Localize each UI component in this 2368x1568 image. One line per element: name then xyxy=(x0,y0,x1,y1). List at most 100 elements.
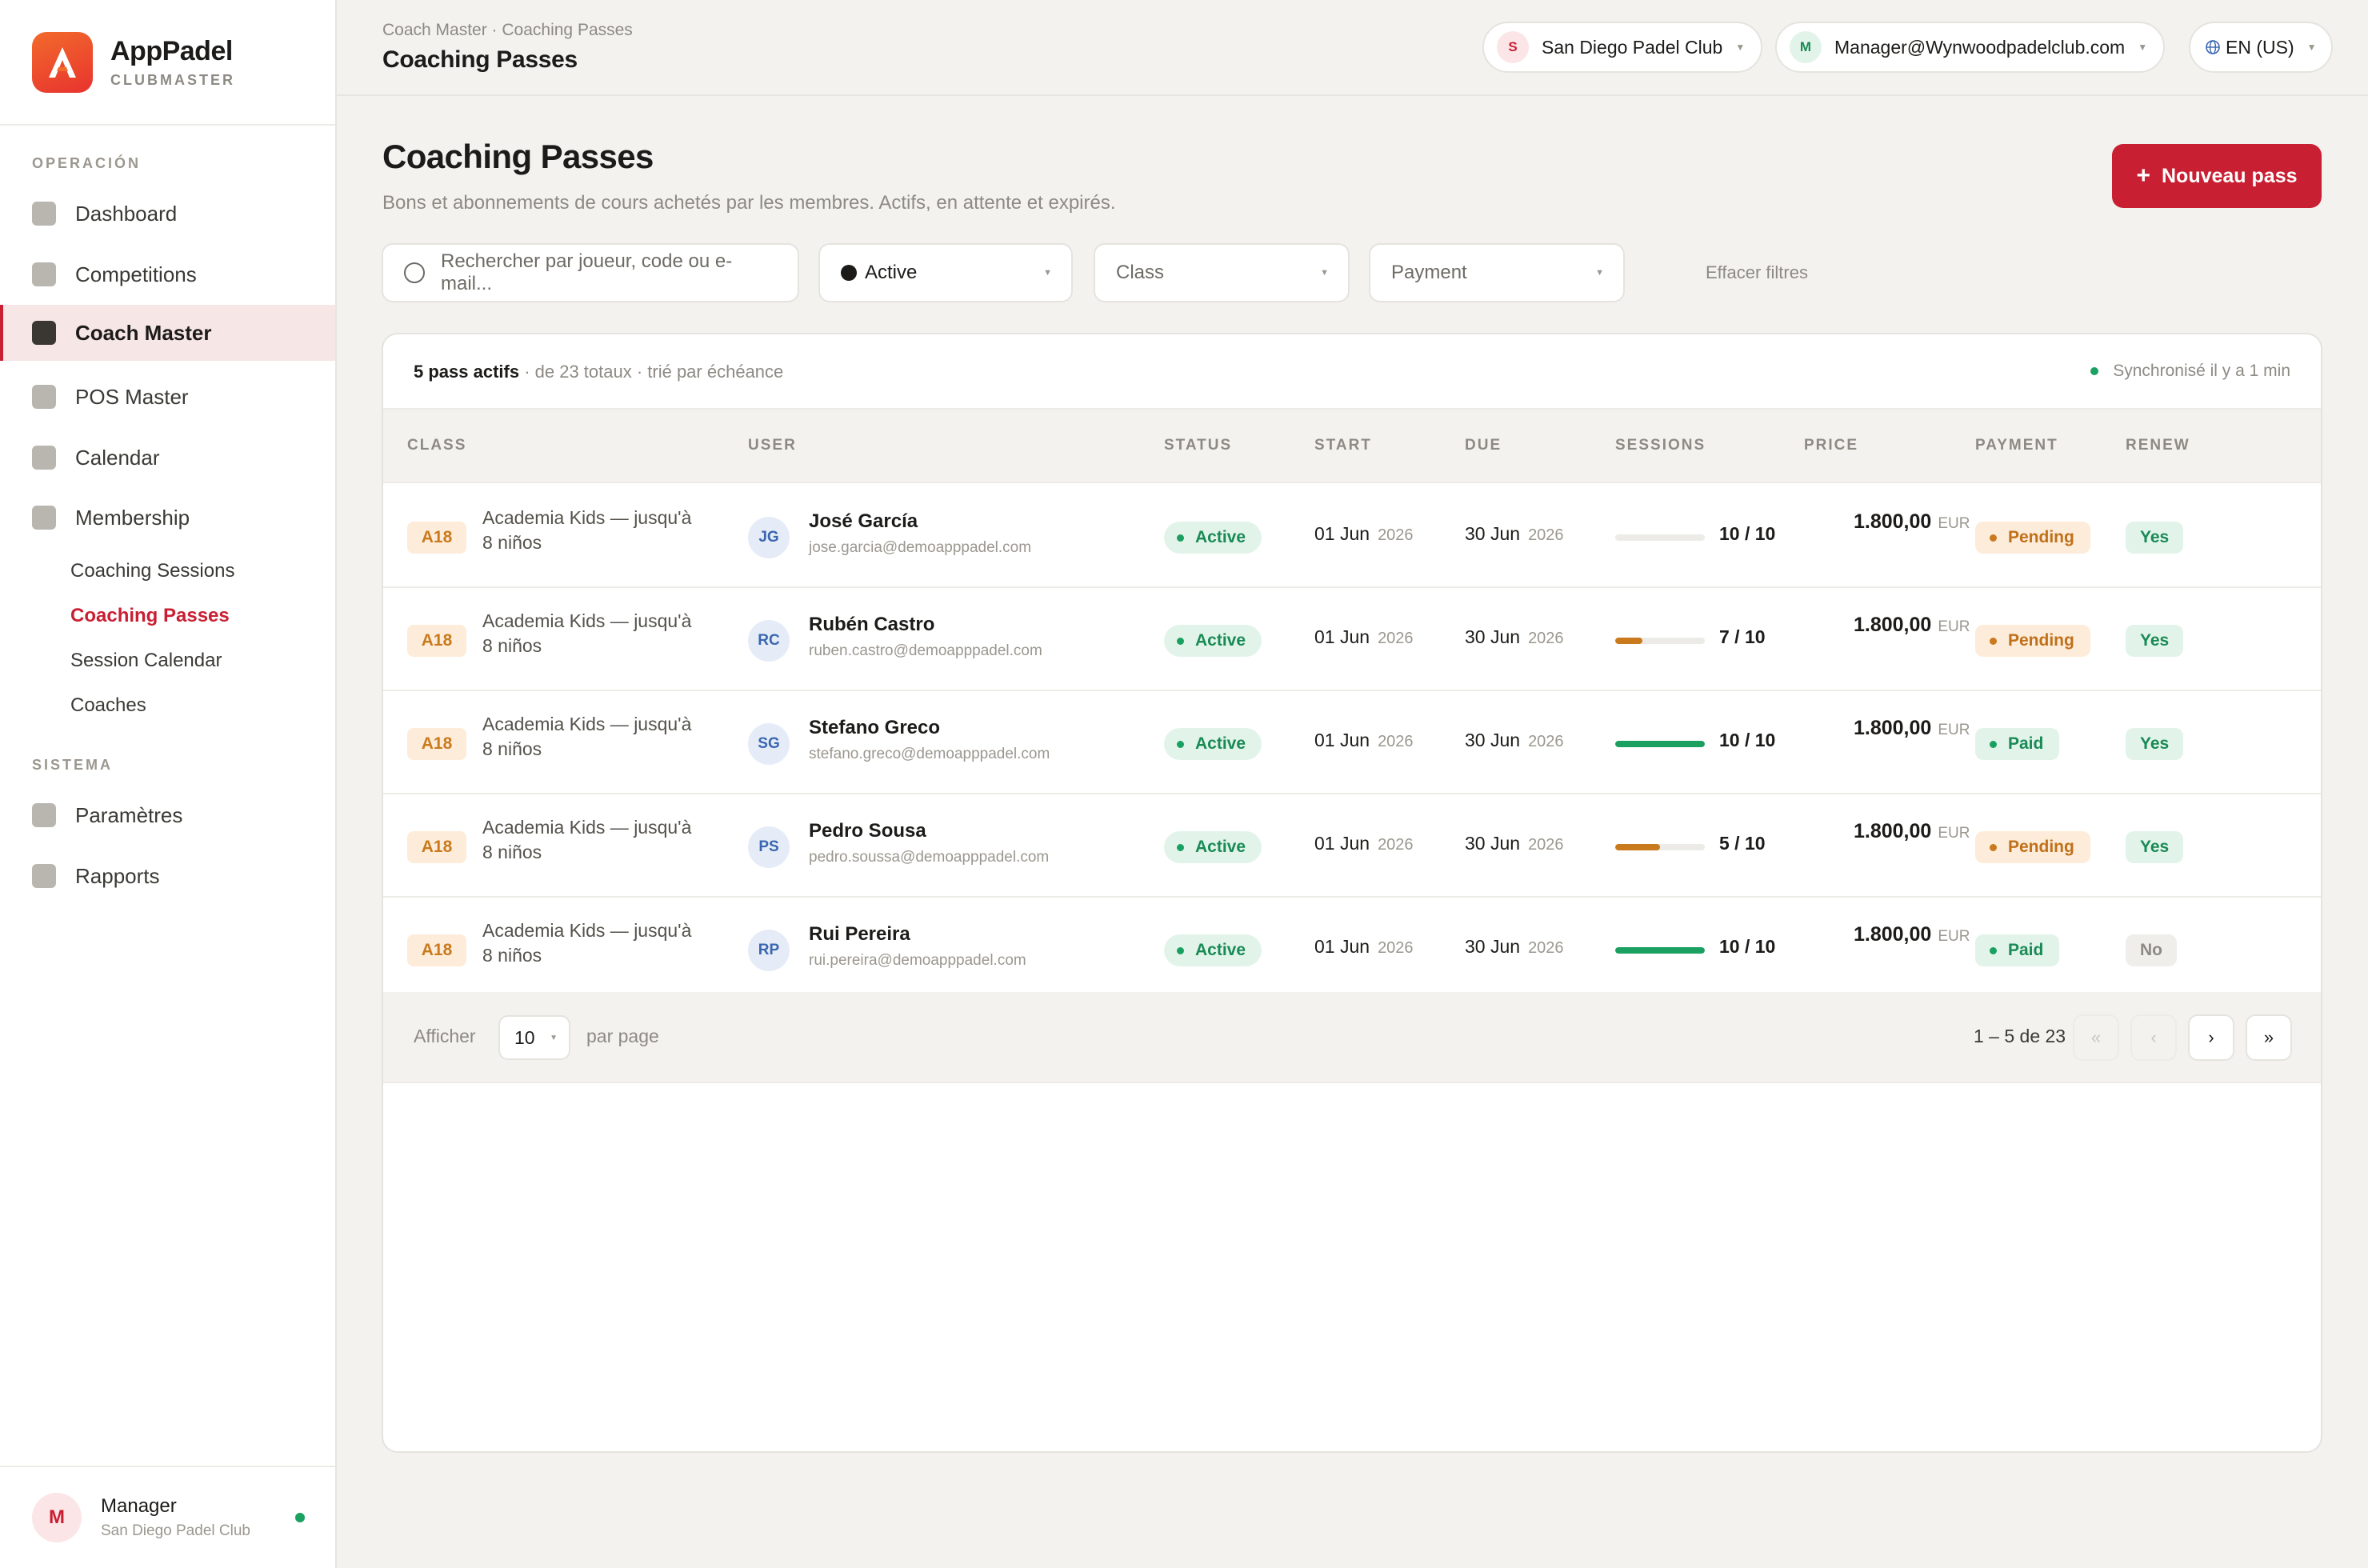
brand: AppPadel CLUBMASTER xyxy=(0,0,335,126)
table-row[interactable]: A18 Academia Kids — jusqu'à 8 niños RP Rui P… xyxy=(383,898,2321,1001)
sidebar-subitem-coaches[interactable]: Coaches xyxy=(70,694,146,717)
sidebar-item-coach-master[interactable]: Coach Master xyxy=(0,305,335,361)
apppadel-logo-icon[interactable] xyxy=(32,31,93,93)
due-date: 30 Jun 2026 xyxy=(1465,833,1564,854)
search-input[interactable]: Rechercher par joueur, code ou e-mail... xyxy=(382,243,799,302)
main-content: Coach Master · Coaching Passes Coaching … xyxy=(337,0,2368,1568)
clear-filters-link[interactable]: Effacer filtres xyxy=(1706,262,1808,283)
topbar: Coach Master · Coaching Passes Coaching … xyxy=(337,0,2368,96)
first-page-button[interactable]: « xyxy=(2073,1014,2119,1061)
status-dot-icon xyxy=(1177,637,1184,645)
user-name[interactable]: Pedro Sousa xyxy=(809,820,926,842)
start-date: 01 Jun 2026 xyxy=(1314,730,1414,750)
sidebar-item-label: Dashboard xyxy=(75,201,178,226)
table-row[interactable]: A18 Academia Kids — jusqu'à 8 niños PS Pedro… xyxy=(383,794,2321,898)
table-row[interactable]: A18 Academia Kids — jusqu'à 8 niños JG José … xyxy=(383,485,2321,588)
sidebar-item-rapports[interactable]: Rapports xyxy=(0,848,335,904)
sidebar-item-dashboard[interactable]: Dashboard xyxy=(0,186,335,242)
passes-table-card: 5 pass actifs · de 23 totaux · trié par … xyxy=(382,333,2322,1453)
sidebar-item-parametres[interactable]: Paramètres xyxy=(0,787,335,843)
class-code-badge: A18 xyxy=(407,728,466,760)
topbar-title: Coaching Passes xyxy=(382,46,578,73)
class-code-badge: A18 xyxy=(407,625,466,657)
payment-filter-value: Payment xyxy=(1391,262,1467,283)
column-header-sessions[interactable]: SESSIONS xyxy=(1615,437,1706,454)
table-row[interactable]: A18 Academia Kids — jusqu'à 8 niños RC Rubén… xyxy=(383,588,2321,691)
column-header-status[interactable]: STATUS xyxy=(1164,437,1232,454)
status-badge: Active xyxy=(1164,522,1262,554)
start-date: 01 Jun 2026 xyxy=(1314,626,1414,647)
payment-badge: Pending xyxy=(1975,831,2090,863)
avatar: PS xyxy=(748,826,790,868)
class-name: Academia Kids — jusqu'à 8 niños xyxy=(482,817,692,862)
column-header-due[interactable]: DUE xyxy=(1465,437,1502,454)
show-label: Afficher xyxy=(414,1026,476,1046)
pos-master-icon xyxy=(32,385,56,409)
last-page-button[interactable]: » xyxy=(2246,1014,2292,1061)
column-header-start[interactable]: START xyxy=(1314,437,1372,454)
per-page-label: par page xyxy=(586,1026,659,1046)
chevron-down-icon: ▼ xyxy=(550,1033,558,1042)
payment-dot-icon xyxy=(1990,843,1997,851)
sidebar-item-membership[interactable]: Membership xyxy=(0,490,335,546)
sidebar-subitem-session-calendar[interactable]: Session Calendar xyxy=(70,650,222,672)
chevron-down-icon: ▼ xyxy=(1595,268,1604,278)
sidebar-item-calendar[interactable]: Calendar xyxy=(0,430,335,486)
club-selector[interactable]: S San Diego Padel Club ▼ xyxy=(1482,22,1763,73)
avatar: JG xyxy=(748,517,790,558)
sessions-progress-fill xyxy=(1615,741,1705,747)
sessions-progress-fill xyxy=(1615,947,1705,954)
user-name[interactable]: José García xyxy=(809,510,918,533)
due-date: 30 Jun 2026 xyxy=(1465,523,1564,544)
column-header-class[interactable]: CLASS xyxy=(407,437,466,454)
account-selector[interactable]: M Manager@Wynwoodpadelclub.com ▼ xyxy=(1775,22,2166,73)
column-header-renew[interactable]: RENEW xyxy=(2126,437,2190,454)
user-email: rui.pereira@demoapppadel.com xyxy=(809,952,1026,969)
start-date: 01 Jun 2026 xyxy=(1314,936,1414,957)
sessions-count: 5 / 10 xyxy=(1719,833,1766,854)
payment-filter[interactable]: Payment ▼ xyxy=(1369,243,1625,302)
sidebar-subitem-coaching-passes[interactable]: Coaching Passes xyxy=(70,605,230,627)
table-row[interactable]: A18 Academia Kids — jusqu'à 8 niños SG Stefa… xyxy=(383,691,2321,794)
column-header-price[interactable]: PRICE xyxy=(1804,437,1858,454)
table-summary: 5 pass actifs · de 23 totaux · trié par … xyxy=(383,334,2321,410)
user-profile[interactable]: M Manager San Diego Padel Club xyxy=(0,1466,335,1568)
user-name: Manager xyxy=(101,1495,177,1517)
reports-icon xyxy=(32,864,56,888)
price: 1.800,00 EUR xyxy=(1854,717,1970,739)
sidebar-item-label: Calendar xyxy=(75,445,160,470)
sidebar-subitem-coaching-sessions[interactable]: Coaching Sessions xyxy=(70,560,234,582)
column-header-user[interactable]: USER xyxy=(748,437,797,454)
column-header-payment[interactable]: PAYMENT xyxy=(1975,437,2058,454)
page-range: 1 – 5 de 23 xyxy=(1974,1026,2066,1046)
status-dot-icon xyxy=(1177,534,1184,542)
chevron-down-icon: ▼ xyxy=(1320,268,1329,278)
new-pass-button[interactable]: + Nouveau pass xyxy=(2112,144,2322,208)
status-filter[interactable]: Active ▼ xyxy=(818,243,1073,302)
user-name[interactable]: Rui Pereira xyxy=(809,923,910,946)
sessions-count: 7 / 10 xyxy=(1719,626,1766,647)
renew-badge: Yes xyxy=(2126,625,2184,657)
table-header: CLASS USER STATUS START DUE SESSIONS PRI… xyxy=(383,410,2321,483)
sidebar-item-pos-master[interactable]: POS Master xyxy=(0,369,335,425)
status-dot-icon xyxy=(1177,740,1184,748)
per-page-select[interactable]: 10 ▼ xyxy=(498,1015,570,1060)
class-filter[interactable]: Class ▼ xyxy=(1094,243,1350,302)
user-name[interactable]: Stefano Greco xyxy=(809,717,940,739)
coach-master-icon xyxy=(32,321,56,345)
status-badge: Active xyxy=(1164,934,1262,966)
language-selector[interactable]: EN (US) ▼ xyxy=(2189,22,2333,73)
page-title: Coaching Passes xyxy=(382,138,654,175)
sessions-progress-bar xyxy=(1615,638,1705,644)
sidebar-item-competitions[interactable]: Competitions xyxy=(0,246,335,302)
club-selector-label: San Diego Padel Club xyxy=(1542,36,1723,58)
per-page-value: 10 xyxy=(514,1026,535,1048)
avatar: RP xyxy=(748,930,790,971)
prev-page-button[interactable]: ‹ xyxy=(2130,1014,2177,1061)
next-page-button[interactable]: › xyxy=(2188,1014,2234,1061)
class-filter-value: Class xyxy=(1116,262,1165,283)
sessions-count: 10 / 10 xyxy=(1719,730,1776,750)
page-subtitle: Bons et abonnements de cours achetés par… xyxy=(382,192,1116,214)
status-badge: Active xyxy=(1164,831,1262,863)
user-name[interactable]: Rubén Castro xyxy=(809,614,934,636)
